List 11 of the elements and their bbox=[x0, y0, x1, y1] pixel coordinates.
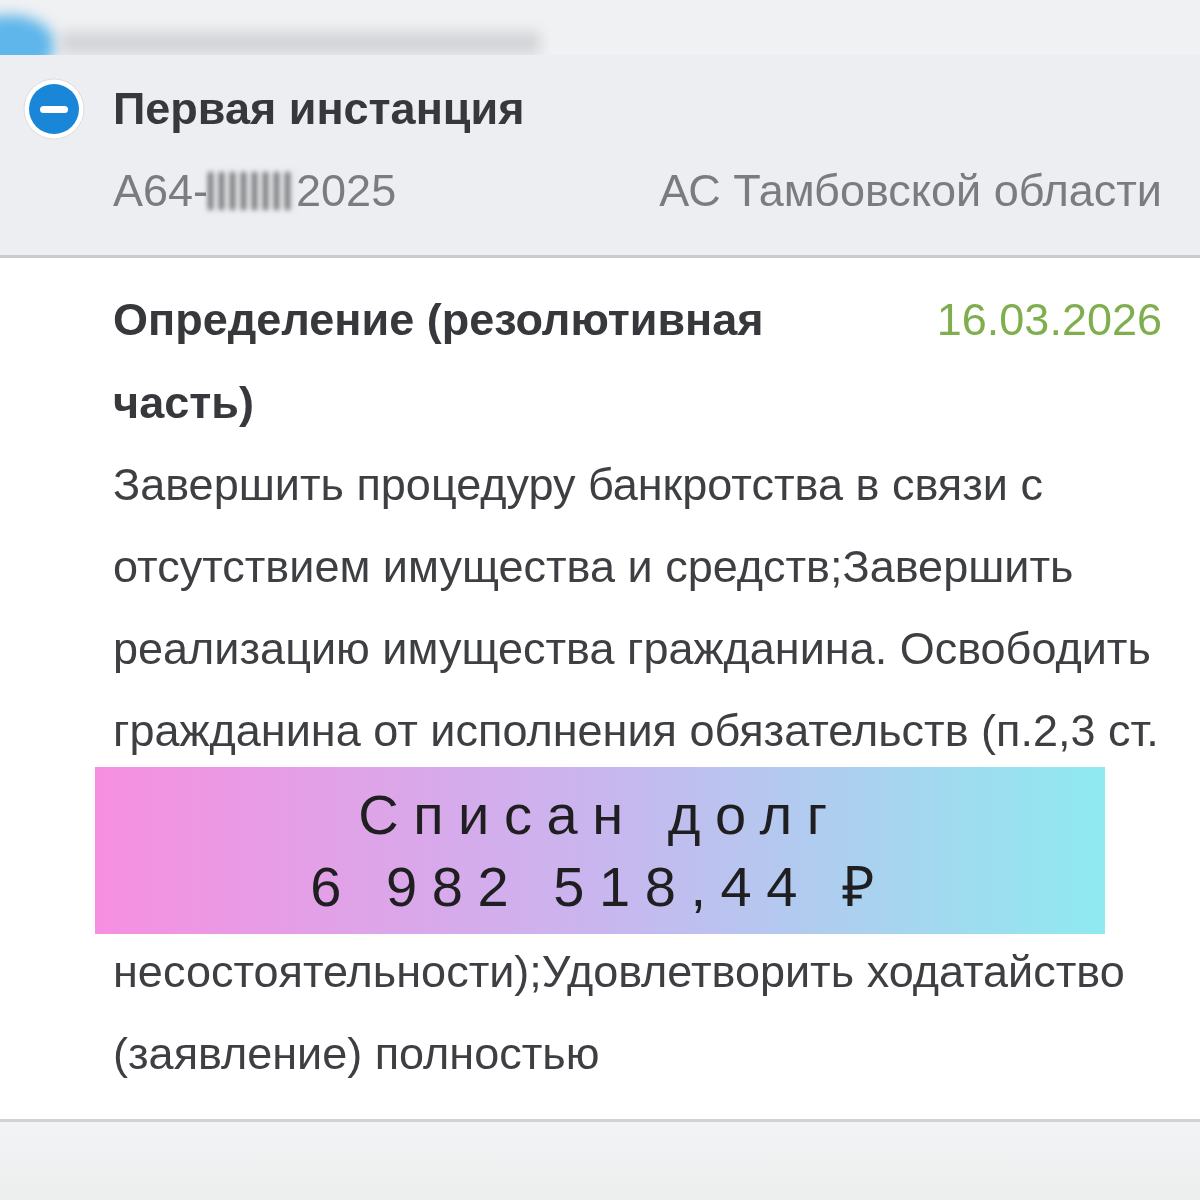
section-title: Первая инстанция bbox=[113, 83, 525, 135]
document-date: 16.03.2026 bbox=[936, 293, 1162, 347]
toggle-icon[interactable] bbox=[22, 77, 86, 141]
case-number[interactable]: 2025 bbox=[296, 165, 397, 217]
caption-text: 6 982 518,44 ₽ bbox=[310, 853, 890, 920]
court-name: АС Тамбовской области bbox=[659, 165, 1162, 217]
document-text: несостоятельности);Удовлетворить ходатайство (заявление) полностью bbox=[113, 945, 1125, 1081]
caption-text: Списан долг bbox=[358, 781, 842, 848]
document-text: Завершить процедуру банкротства в связи с отсутствием имущества и средств;Завершить реализацию имущества гражданина. Освободить гражданина от исполнения обязательств (п.2,3 ст. bbox=[113, 458, 1159, 758]
document-title[interactable]: Определение (резолютивная часть) bbox=[113, 278, 793, 444]
case-number[interactable]: А64- bbox=[113, 165, 209, 217]
